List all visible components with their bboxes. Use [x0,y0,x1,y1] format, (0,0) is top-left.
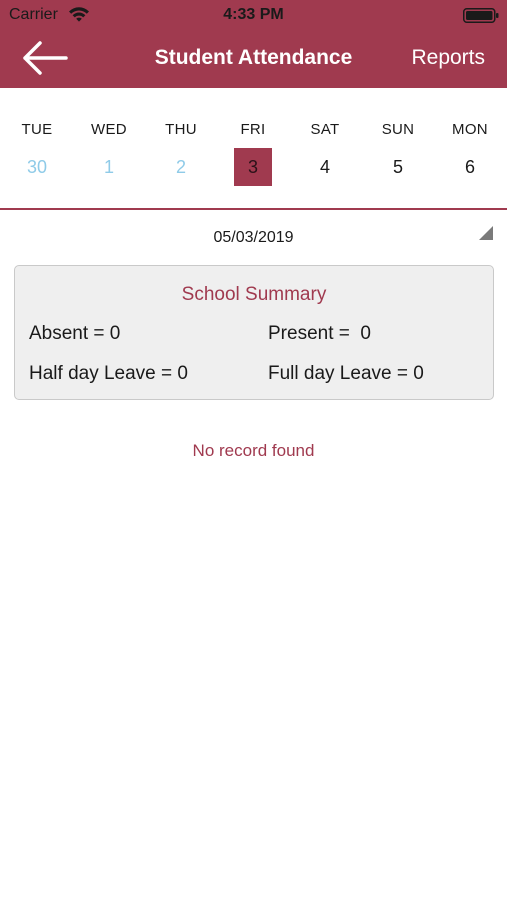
day-number: 4 [319,157,330,177]
triangle-corner-icon[interactable] [479,226,493,240]
selected-date: 05/03/2019 [213,229,294,246]
day-number: 30 [26,157,48,177]
date-selector[interactable]: 05/03/2019 [0,226,507,252]
app-header: Carrier 4:33 PM Student Attendance Repor… [0,0,507,88]
week-day-strip: TUE 30 WED 1 THU 2 FRI 3 SAT 4 SUN 5 MON… [0,118,507,188]
half-day-leave-count: Half day Leave = 0 [29,363,188,384]
status-time: 4:33 PM [223,6,284,23]
summary-title: School Summary [181,284,327,305]
day-name: FRI [240,121,266,138]
present-count: Present = 0 [268,323,371,344]
day-number: 5 [392,157,403,177]
section-divider [0,208,507,210]
day-number: 1 [103,157,114,177]
status-bar: Carrier 4:33 PM [0,0,507,30]
day-number: 2 [175,157,186,177]
day-fri[interactable]: FRI 3 [217,118,289,186]
empty-state-message: No record found [192,441,315,460]
day-wed[interactable]: WED 1 [73,118,145,186]
day-name: TUE [21,121,53,138]
day-name: WED [91,121,127,138]
day-name: THU [165,121,197,138]
reports-button[interactable]: Reports [411,46,485,70]
day-name: SAT [310,121,340,138]
day-sun[interactable]: SUN 5 [362,118,434,186]
battery-icon [463,8,499,23]
day-name: MON [452,121,488,138]
day-sat[interactable]: SAT 4 [289,118,361,186]
selected-day-number: 3 [234,148,272,186]
day-number: 6 [464,157,475,177]
full-day-leave-count: Full day Leave = 0 [268,363,424,384]
day-thu[interactable]: THU 2 [145,118,217,186]
day-tue[interactable]: TUE 30 [1,118,73,186]
school-summary-card: School Summary Absent = 0 Present = 0 Ha… [14,265,494,400]
absent-count: Absent = 0 [29,323,121,344]
day-mon[interactable]: MON 6 [434,118,506,186]
day-name: SUN [381,121,415,138]
navigation-bar: Student Attendance Reports [0,30,507,88]
